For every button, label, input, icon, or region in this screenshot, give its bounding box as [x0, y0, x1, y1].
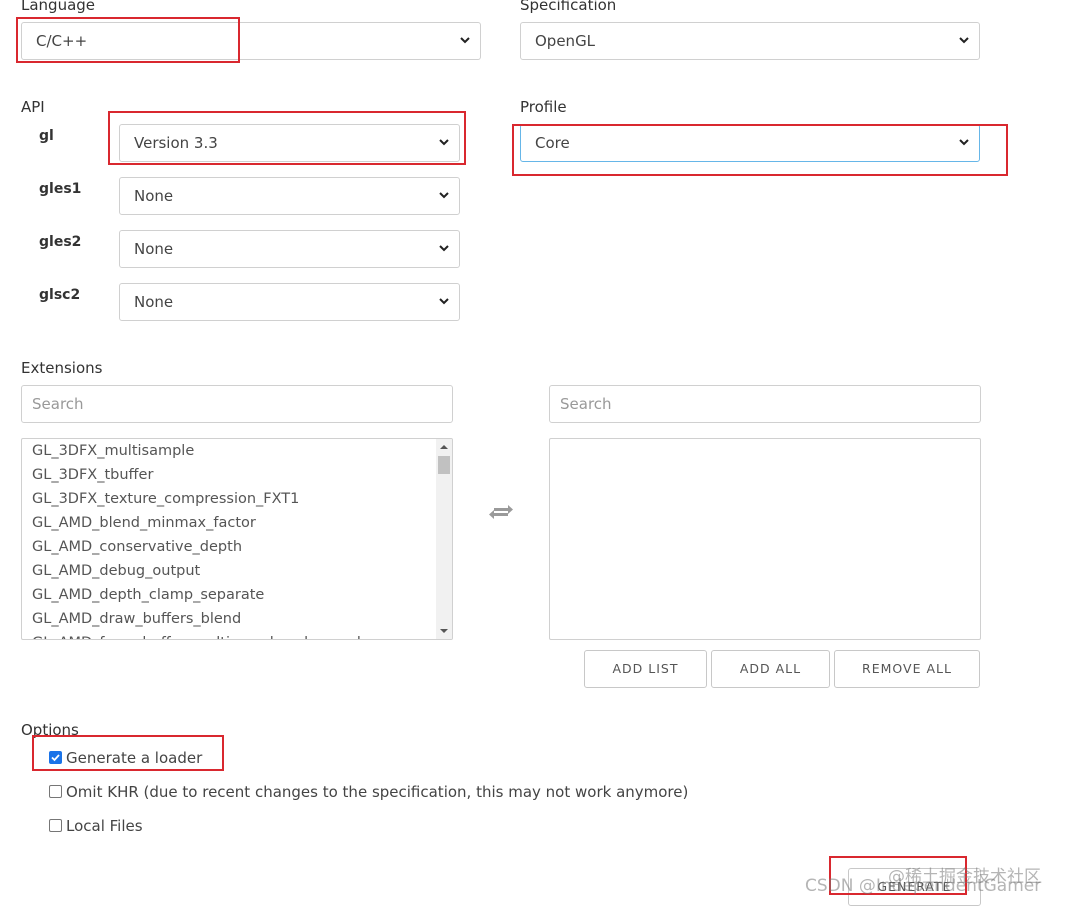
scroll-up-arrow-icon[interactable] — [436, 439, 452, 455]
highlight-profile — [512, 124, 1008, 176]
chevron-down-icon — [439, 245, 449, 252]
api-gles1-select[interactable]: None — [119, 177, 460, 215]
specification-value: OpenGL — [535, 32, 596, 50]
list-item[interactable]: GL_AMD_depth_clamp_separate — [32, 583, 264, 607]
watermark-csdn: CSDN @IndependentGamer — [805, 876, 1042, 896]
list-item[interactable]: GL_AMD_draw_buffers_blend — [32, 607, 241, 631]
highlight-language — [16, 17, 240, 63]
list-item[interactable]: GL_AMD_blend_minmax_factor — [32, 511, 256, 535]
add-all-button[interactable]: ADD ALL — [711, 650, 830, 688]
list-item[interactable]: GL_3DFX_tbuffer — [32, 463, 153, 487]
list-item[interactable]: GL_AMD_debug_output — [32, 559, 200, 583]
api-glsc2-label: glsc2 — [39, 287, 81, 303]
option-local-files[interactable]: Local Files — [49, 816, 143, 836]
extensions-search-selected[interactable]: Search — [549, 385, 981, 423]
specification-label: Specification — [520, 0, 617, 14]
chevron-down-icon — [439, 298, 449, 305]
scroll-down-arrow-icon[interactable] — [436, 623, 452, 639]
api-gles2-value: None — [134, 240, 174, 258]
option-omit-khr[interactable]: Omit KHR (due to recent changes to the s… — [49, 782, 688, 802]
extensions-available-list[interactable]: GL_3DFX_multisample GL_3DFX_tbuffer GL_3… — [21, 438, 453, 640]
api-gles2-select[interactable]: None — [119, 230, 460, 268]
api-gles1-label: gles1 — [39, 181, 82, 197]
highlight-api-gl — [108, 111, 466, 165]
list-item[interactable]: GL_AMD_framebuffer_multisample_advanced — [32, 631, 361, 639]
api-glsc2-value: None — [134, 293, 174, 311]
extensions-selected-list[interactable] — [549, 438, 981, 640]
chevron-down-icon — [460, 37, 470, 44]
api-glsc2-select[interactable]: None — [119, 283, 460, 321]
api-gles2-label: gles2 — [39, 234, 82, 250]
specification-select[interactable]: OpenGL — [520, 22, 980, 60]
remove-all-button[interactable]: REMOVE ALL — [834, 650, 980, 688]
add-list-button[interactable]: ADD LIST — [584, 650, 707, 688]
scrollbar-thumb[interactable] — [438, 456, 450, 474]
list-item[interactable]: GL_3DFX_texture_compression_FXT1 — [32, 487, 299, 511]
chevron-down-icon — [959, 37, 969, 44]
highlight-generate-loader — [32, 735, 224, 771]
api-gles1-value: None — [134, 187, 174, 205]
chevron-down-icon — [439, 192, 449, 199]
option-label: Local Files — [66, 817, 143, 835]
extensions-search-available[interactable]: Search — [21, 385, 453, 423]
checkbox-unchecked[interactable] — [49, 785, 62, 798]
profile-label: Profile — [520, 98, 567, 116]
extensions-label: Extensions — [21, 359, 103, 377]
api-label: API — [21, 98, 45, 116]
language-label: Language — [21, 0, 96, 14]
api-gl-label: gl — [39, 128, 54, 144]
list-item[interactable]: GL_AMD_conservative_depth — [32, 535, 242, 559]
swap-arrows-icon[interactable] — [488, 502, 514, 522]
option-label: Omit KHR (due to recent changes to the s… — [66, 783, 689, 801]
scrollbar[interactable] — [436, 439, 452, 639]
checkbox-unchecked[interactable] — [49, 819, 62, 832]
list-item[interactable]: GL_3DFX_multisample — [32, 439, 194, 463]
